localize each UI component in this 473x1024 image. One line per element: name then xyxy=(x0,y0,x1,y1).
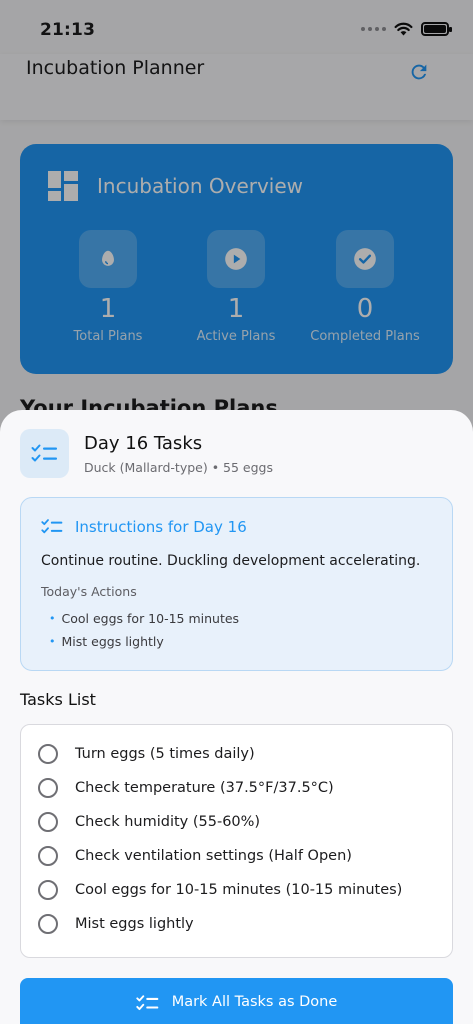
tasks-heading: Tasks List xyxy=(20,690,96,709)
checklist-icon xyxy=(136,995,158,1011)
task-label: Turn eggs (5 times daily) xyxy=(75,746,255,762)
action-item: Cool eggs for 10-15 minutes xyxy=(49,607,240,630)
day-tasks-sheet: Day 16 Tasks Duck (Mallard-type) • 55 eg… xyxy=(0,410,473,1024)
checklist-icon xyxy=(31,444,57,461)
action-item: Mist eggs lightly xyxy=(49,630,239,653)
task-row[interactable]: Check temperature (37.5°F/37.5°C) xyxy=(21,771,452,805)
sheet-subtitle: Duck (Mallard-type) • 55 eggs xyxy=(84,459,273,475)
todays-actions-list: Cool eggs for 10-15 minutes Mist eggs li… xyxy=(49,607,240,653)
task-label: Check ventilation settings (Half Open) xyxy=(75,848,352,864)
sheet-title-block: Day 16 Tasks Duck (Mallard-type) • 55 eg… xyxy=(84,433,273,475)
task-row[interactable]: Check ventilation settings (Half Open) xyxy=(21,839,452,873)
task-row[interactable]: Turn eggs (5 times daily) xyxy=(21,737,452,771)
task-row[interactable]: Mist eggs lightly xyxy=(21,907,452,941)
sheet-icon-box xyxy=(20,429,69,478)
task-row[interactable]: Cool eggs for 10-15 minutes (10-15 minut… xyxy=(21,873,452,907)
task-label: Cool eggs for 10-15 minutes (10-15 minut… xyxy=(75,882,403,898)
task-checkbox[interactable] xyxy=(38,812,58,832)
instructions-title: Instructions for Day 16 xyxy=(75,518,247,536)
instructions-text: Continue routine. Duckling development a… xyxy=(41,553,421,569)
sheet-title: Day 16 Tasks xyxy=(84,432,203,454)
task-row[interactable]: Check humidity (55-60%) xyxy=(21,805,452,839)
mark-all-done-button[interactable]: Mark All Tasks as Done xyxy=(20,978,453,1024)
task-list: Turn eggs (5 times daily) Check temperat… xyxy=(20,724,453,958)
mark-all-done-label: Mark All Tasks as Done xyxy=(171,994,338,1010)
sheet-header: Day 16 Tasks Duck (Mallard-type) • 55 eg… xyxy=(20,429,273,478)
task-checkbox[interactable] xyxy=(38,880,58,900)
task-label: Check temperature (37.5°F/37.5°C) xyxy=(75,780,334,796)
task-checkbox[interactable] xyxy=(38,846,58,866)
instructions-card: Instructions for Day 16 Continue routine… xyxy=(20,497,453,671)
checklist-icon xyxy=(41,519,63,534)
todays-actions-label: Today's Actions xyxy=(41,584,137,599)
task-checkbox[interactable] xyxy=(38,744,58,764)
instructions-header: Instructions for Day 16 xyxy=(41,518,247,536)
task-label: Mist eggs lightly xyxy=(75,916,194,932)
task-label: Check humidity (55-60%) xyxy=(75,814,261,830)
task-checkbox[interactable] xyxy=(38,914,58,934)
task-checkbox[interactable] xyxy=(38,778,58,798)
